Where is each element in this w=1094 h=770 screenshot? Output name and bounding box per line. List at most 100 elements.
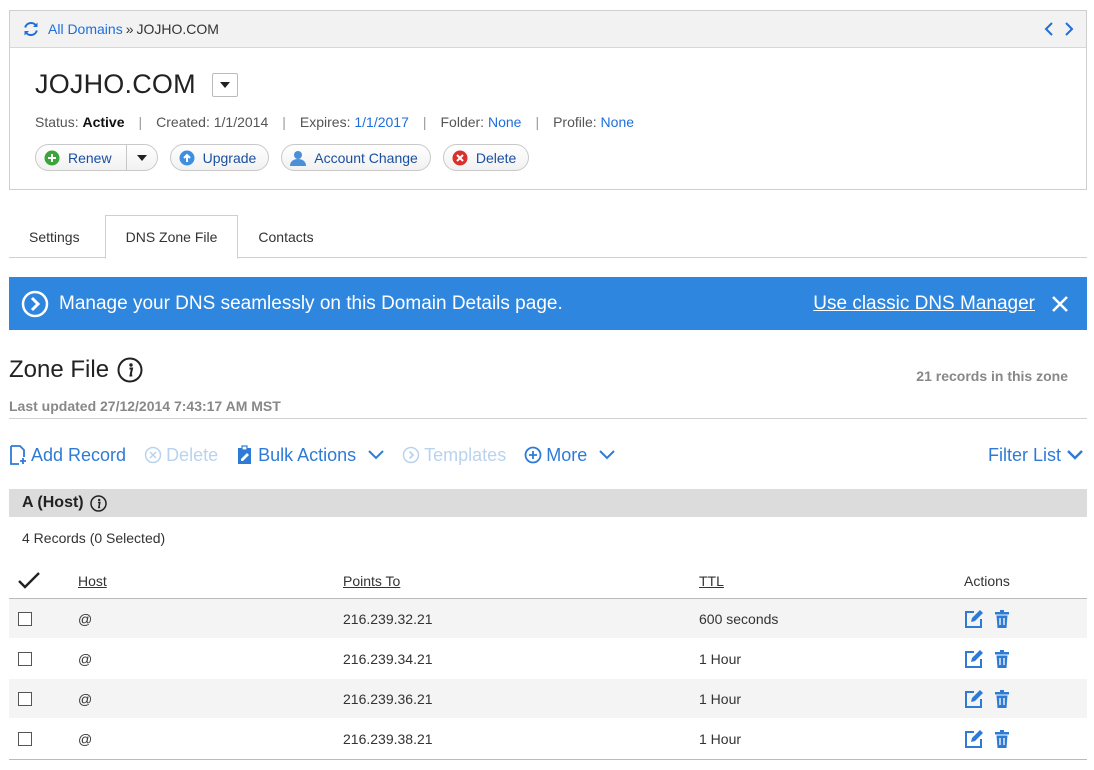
renew-button[interactable]: Renew bbox=[44, 145, 127, 170]
section-title: A (Host) bbox=[22, 494, 84, 511]
table-row: @ 216.239.32.21 600 seconds bbox=[9, 599, 1087, 639]
caret-down-icon bbox=[136, 154, 147, 161]
upgrade-label: Upgrade bbox=[202, 149, 257, 166]
edit-icon[interactable] bbox=[964, 609, 984, 629]
row-host: @ bbox=[78, 690, 93, 707]
divider: | bbox=[282, 114, 286, 130]
row-actions bbox=[964, 649, 1087, 669]
account-change-label: Account Change bbox=[314, 149, 418, 166]
chevron-down-icon bbox=[599, 450, 615, 460]
filter-list-button[interactable]: Filter List bbox=[988, 445, 1083, 466]
trash-icon[interactable] bbox=[992, 729, 1012, 749]
profile-label: Profile: bbox=[553, 114, 597, 130]
row-checkbox[interactable] bbox=[18, 731, 32, 746]
domain-actions: Renew Upgrade Account Change Delete bbox=[35, 144, 530, 171]
status-label: Status: bbox=[35, 114, 79, 130]
expires-label: Expires: bbox=[299, 114, 351, 130]
tab-dns-zone-file[interactable]: DNS Zone File bbox=[104, 215, 239, 259]
row-actions bbox=[964, 609, 1087, 629]
trash-icon[interactable] bbox=[992, 609, 1012, 629]
account-change-button[interactable]: Account Change bbox=[281, 144, 431, 171]
add-record-button[interactable]: Add Record bbox=[9, 445, 126, 466]
folder-label: Folder: bbox=[440, 114, 485, 130]
breadcrumb-bar: All Domains » JOJHO.COM bbox=[10, 11, 1086, 48]
templates-button[interactable]: Templates bbox=[402, 445, 506, 466]
row-checkbox[interactable] bbox=[18, 691, 32, 706]
column-points-to[interactable]: Points To bbox=[343, 573, 699, 589]
divider: | bbox=[422, 114, 427, 130]
table-row: @ 216.239.38.21 1 Hour bbox=[9, 719, 1087, 759]
more-button[interactable]: More bbox=[524, 445, 615, 466]
row-actions bbox=[964, 689, 1087, 709]
renew-label: Renew bbox=[68, 149, 112, 166]
row-host: @ bbox=[78, 650, 93, 667]
zone-file-heading: Zone File bbox=[9, 356, 143, 384]
renew-options-button[interactable] bbox=[127, 145, 157, 170]
tab-bar: Settings DNS Zone File Contacts bbox=[9, 215, 1087, 259]
column-host[interactable]: Host bbox=[78, 573, 343, 589]
user-icon bbox=[290, 150, 307, 166]
delete-x-icon bbox=[452, 150, 468, 166]
edit-icon[interactable] bbox=[964, 689, 984, 709]
delete-domain-button[interactable]: Delete bbox=[442, 144, 530, 171]
delete-records-button[interactable]: Delete bbox=[144, 445, 218, 466]
row-ttl: 1 Hour bbox=[699, 690, 742, 707]
profile-link[interactable]: None bbox=[601, 114, 634, 130]
info-icon[interactable] bbox=[117, 357, 143, 383]
select-all-cell bbox=[9, 571, 78, 590]
created-label: Created: bbox=[156, 114, 210, 130]
expires-link[interactable]: 1/1/2017 bbox=[354, 114, 409, 130]
edit-icon[interactable] bbox=[964, 649, 984, 669]
refresh-icon[interactable] bbox=[22, 20, 40, 38]
row-checkbox[interactable] bbox=[18, 611, 32, 626]
circle-chevron-icon bbox=[21, 290, 49, 318]
records-count: 21 records in this zone bbox=[916, 368, 1068, 384]
clipboard-edit-icon bbox=[236, 445, 254, 465]
breadcrumb-current: JOJHO.COM bbox=[136, 21, 219, 37]
checkmark-icon[interactable] bbox=[18, 571, 40, 590]
row-checkbox[interactable] bbox=[18, 651, 32, 666]
caret-down-icon bbox=[219, 81, 230, 88]
chevron-right-icon[interactable] bbox=[1064, 22, 1074, 36]
row-points-to: 216.239.34.21 bbox=[343, 650, 433, 667]
domain-dropdown-button[interactable] bbox=[211, 72, 238, 97]
folder-link[interactable]: None bbox=[488, 114, 521, 130]
chevron-left-icon[interactable] bbox=[1044, 22, 1054, 36]
breadcrumb-separator: » bbox=[125, 21, 134, 37]
table-row: @ 216.239.34.21 1 Hour bbox=[9, 639, 1087, 679]
trash-icon[interactable] bbox=[992, 689, 1012, 709]
domain-title-row: JOJHO.COM bbox=[35, 69, 238, 100]
domain-panel: All Domains » JOJHO.COM JOJHO.COM Status… bbox=[9, 10, 1087, 190]
add-document-icon bbox=[9, 445, 27, 465]
close-icon[interactable] bbox=[1051, 295, 1069, 313]
row-ttl: 600 seconds bbox=[699, 610, 779, 627]
panel-nav bbox=[1044, 22, 1074, 36]
divider: | bbox=[138, 114, 143, 130]
bulk-actions-label: Bulk Actions bbox=[258, 444, 357, 465]
delete-circle-icon bbox=[144, 445, 162, 465]
delete-domain-label: Delete bbox=[475, 149, 517, 166]
edit-icon[interactable] bbox=[964, 729, 984, 749]
info-banner: Manage your DNS seamlessly on this Domai… bbox=[9, 277, 1087, 330]
records-selected-count: 4 Records (0 Selected) bbox=[22, 530, 166, 546]
info-icon[interactable] bbox=[89, 494, 107, 512]
upgrade-button[interactable]: Upgrade bbox=[169, 144, 270, 171]
row-ttl: 1 Hour bbox=[699, 730, 742, 747]
plus-circle-icon bbox=[524, 445, 542, 465]
delete-records-label: Delete bbox=[166, 444, 219, 465]
templates-label: Templates bbox=[424, 444, 507, 465]
classic-dns-manager-link[interactable]: Use classic DNS Manager bbox=[813, 293, 1035, 315]
row-actions bbox=[964, 729, 1087, 749]
tab-settings[interactable]: Settings bbox=[9, 215, 100, 258]
breadcrumb-all-domains[interactable]: All Domains bbox=[48, 21, 123, 37]
divider bbox=[9, 759, 1087, 760]
tab-contacts[interactable]: Contacts bbox=[238, 215, 333, 258]
add-record-label: Add Record bbox=[31, 444, 127, 465]
section-header-a-host: A (Host) bbox=[9, 489, 1087, 517]
chevron-down-icon bbox=[368, 450, 384, 460]
column-actions: Actions bbox=[964, 572, 1010, 589]
trash-icon[interactable] bbox=[992, 649, 1012, 669]
column-ttl[interactable]: TTL bbox=[699, 573, 964, 589]
domain-status-row: Status: Active | Created: 1/1/2014 | Exp… bbox=[35, 114, 634, 130]
bulk-actions-button[interactable]: Bulk Actions bbox=[236, 445, 384, 466]
